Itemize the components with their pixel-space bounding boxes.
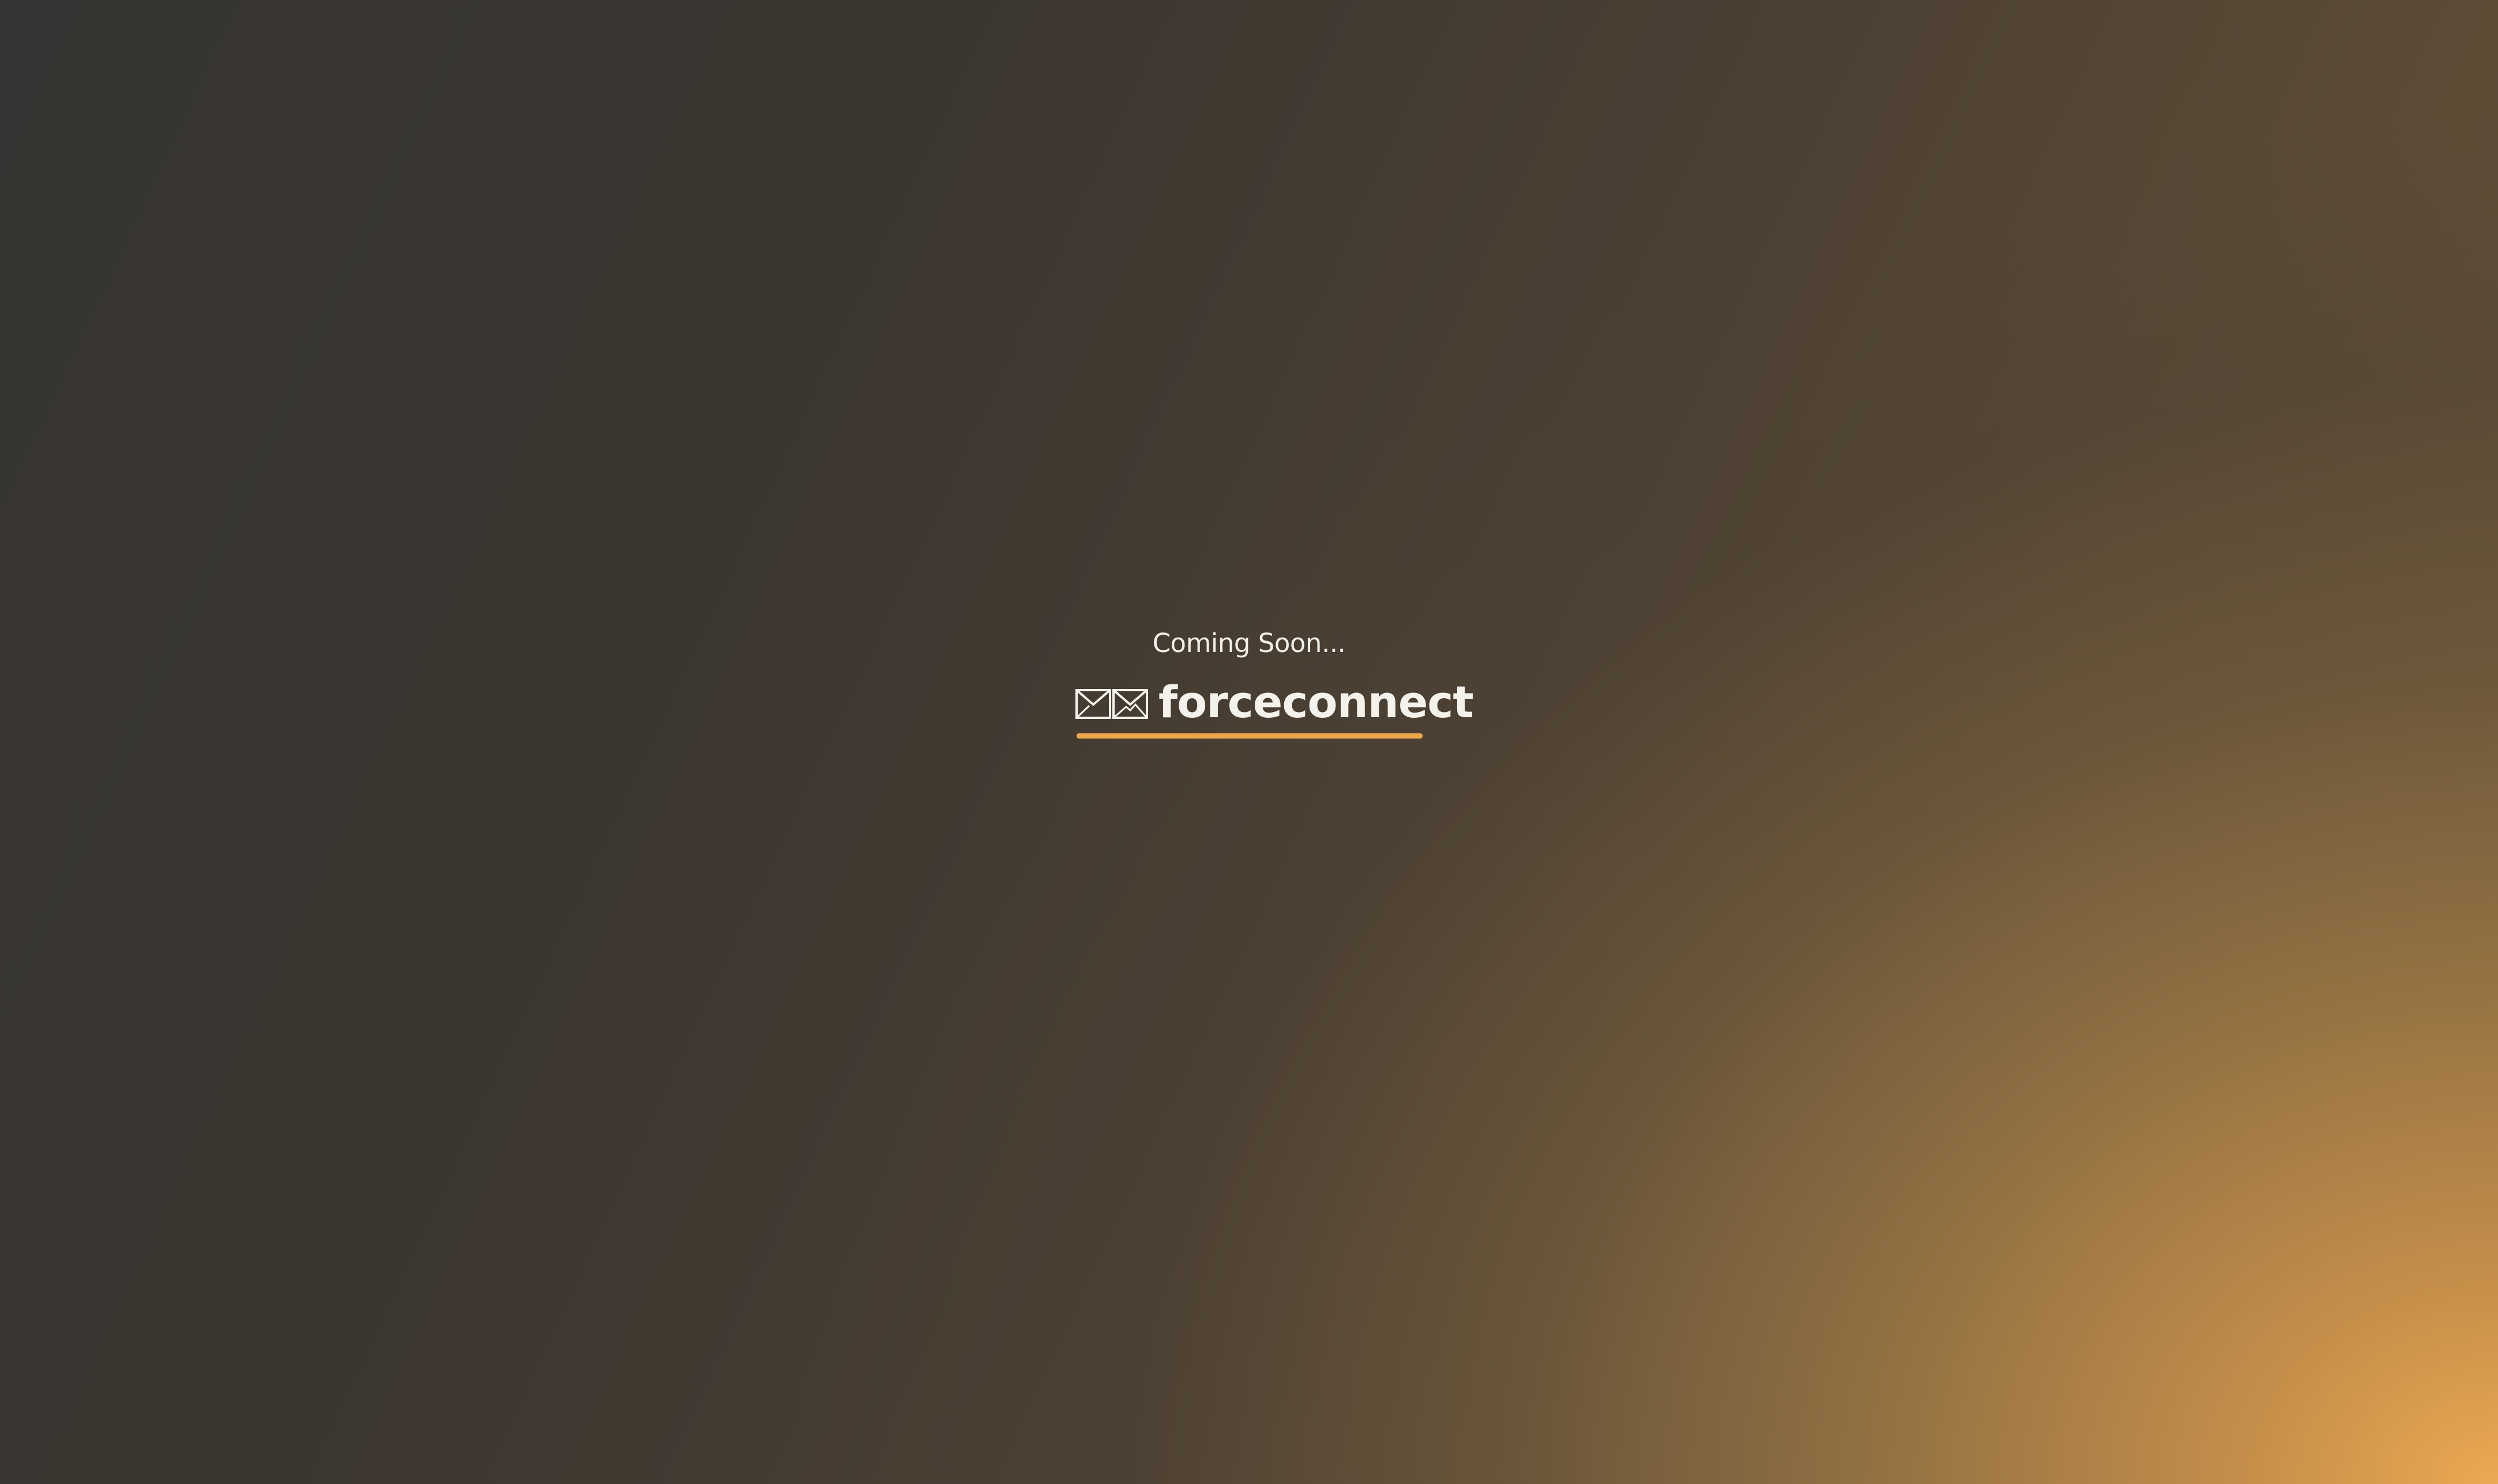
coming-soon-tagline: Coming Soon... — [1152, 628, 1346, 658]
brand-name: forceconnect — [1158, 676, 1474, 728]
hero: Coming Soon... forceconnect — [0, 0, 2498, 1484]
envelopes-icon — [1075, 689, 1148, 719]
brand-underline — [1077, 733, 1423, 739]
brand-logo: forceconnect — [1075, 673, 1474, 740]
coming-soon-page: { "tagline": "Coming Soon...", "brand": … — [0, 0, 2498, 1484]
